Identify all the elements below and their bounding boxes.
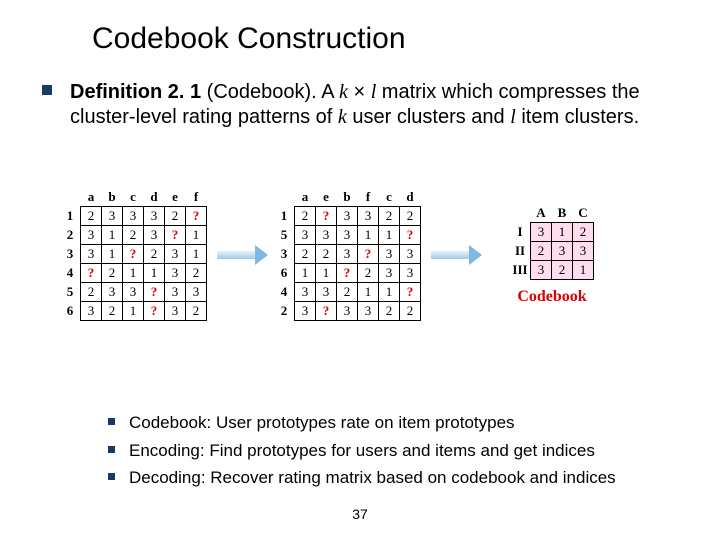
- def-lead: Definition 2. 1: [70, 81, 201, 103]
- def-t2: user clusters and: [347, 106, 510, 128]
- sub-bullet-text: Codebook: User prototypes rate on item p…: [129, 410, 515, 436]
- codebook-label: Codebook: [510, 288, 594, 306]
- matrices-row: abcdef123332?23123?1331?2314?211325233?3…: [60, 188, 594, 321]
- def-t3: item clusters.: [516, 106, 639, 128]
- arrow-icon: [213, 248, 268, 262]
- page-number: 37: [0, 506, 720, 522]
- matrix-2: aebfcd12?3322533311?3223?33611?233433211…: [274, 188, 421, 321]
- matrix-1: abcdef123332?23123?1331?2314?211325233?3…: [60, 188, 207, 321]
- sub-bullets: Codebook: User prototypes rate on item p…: [108, 410, 616, 493]
- sub-bullet-text: Encoding: Find prototypes for users and …: [129, 438, 595, 464]
- definition-text: Definition 2. 1 (Codebook). A k × l matr…: [70, 80, 670, 130]
- def-paren: (Codebook). A: [201, 81, 339, 103]
- bullet-icon: [42, 85, 52, 95]
- sub-bullet: Encoding: Find prototypes for users and …: [108, 438, 616, 464]
- sub-bullet: Decoding: Recover rating matrix based on…: [108, 465, 616, 491]
- sub-bullet: Codebook: User prototypes rate on item p…: [108, 410, 616, 436]
- def-k: k: [339, 81, 348, 103]
- sub-bullet-text: Decoding: Recover rating matrix based on…: [129, 465, 616, 491]
- def-k2: k: [338, 106, 347, 128]
- slide-title: Codebook Construction: [92, 22, 406, 56]
- bullet-icon: [108, 473, 115, 480]
- codebook-matrix: ABCI312II233III321: [510, 204, 594, 280]
- def-times: ×: [348, 81, 371, 103]
- bullet-icon: [108, 418, 115, 425]
- codebook-wrap: ABCI312II233III321 Codebook: [510, 204, 594, 306]
- bullet-icon: [108, 446, 115, 453]
- arrow-icon: [427, 248, 482, 262]
